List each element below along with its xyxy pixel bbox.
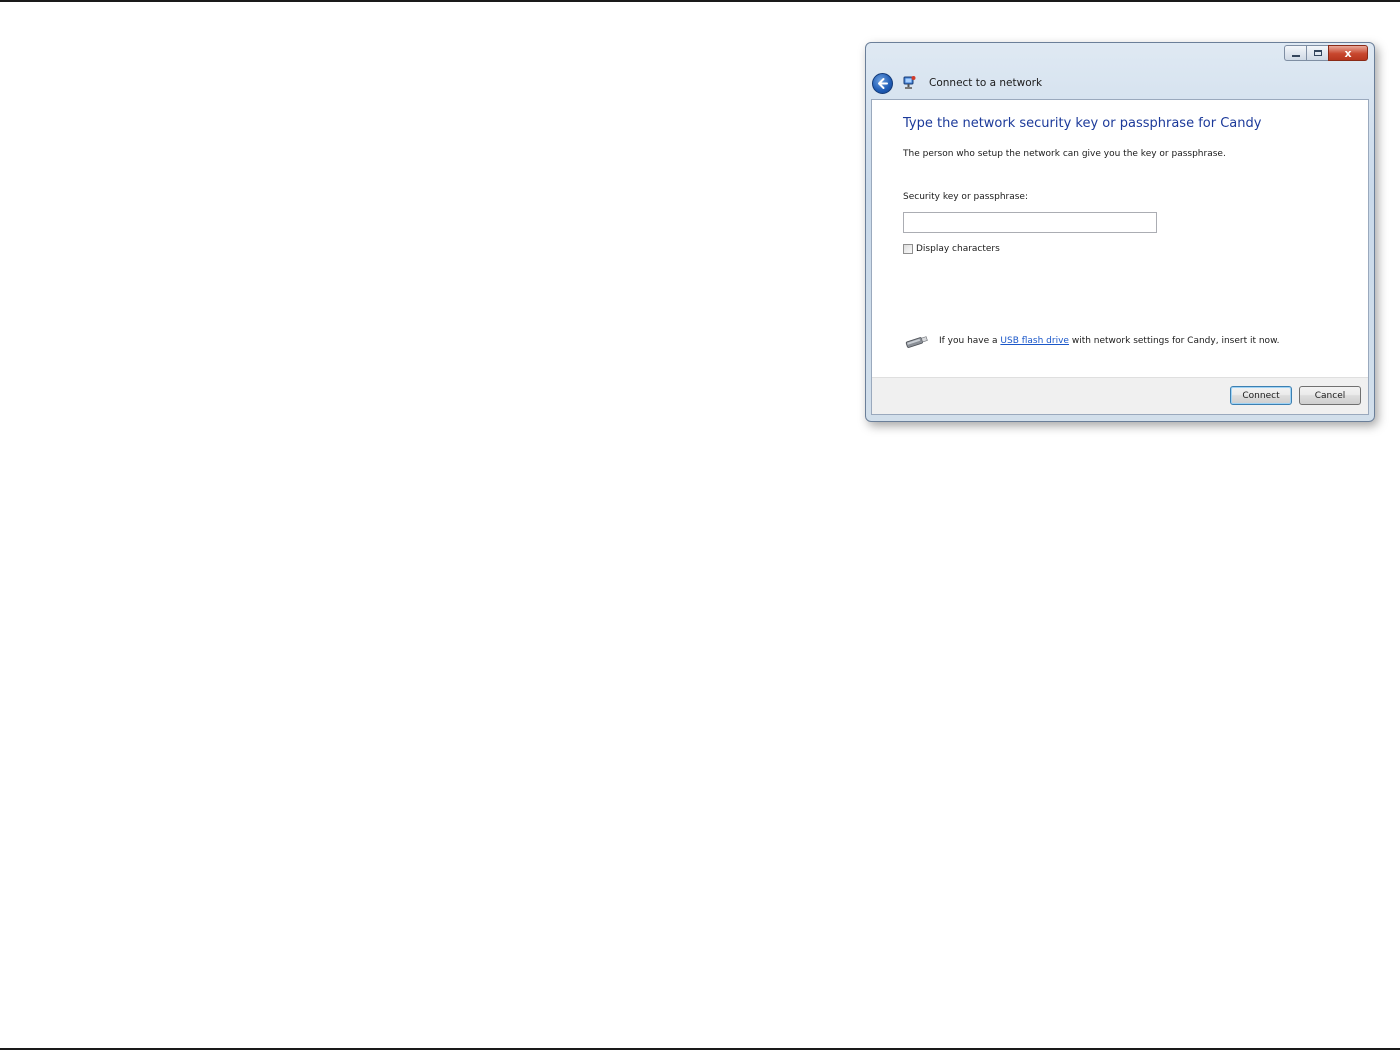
usb-notice-prefix: If you have a [939, 336, 1001, 346]
usb-flash-drive-link[interactable]: USB flash drive [1000, 336, 1069, 346]
maximize-icon [1313, 50, 1322, 56]
close-button[interactable]: x [1328, 45, 1368, 61]
maximize-button[interactable] [1306, 45, 1328, 61]
page-bottom-rule [0, 1048, 1400, 1050]
minimize-button[interactable] [1284, 45, 1306, 61]
nav-row: Connect to a network [872, 71, 1042, 95]
caption-buttons: x [1284, 45, 1368, 61]
network-icon [901, 75, 917, 91]
security-key-input[interactable] [903, 212, 1157, 233]
display-characters-checkbox[interactable] [903, 244, 913, 254]
connect-button[interactable]: Connect [1230, 386, 1292, 405]
usb-notice: If you have a USB flash drive with netwo… [902, 333, 1279, 349]
dialog-description: The person who setup the network can giv… [903, 149, 1226, 159]
window-title: Connect to a network [929, 77, 1043, 89]
cancel-button[interactable]: Cancel [1299, 386, 1361, 405]
minimize-icon [1291, 55, 1300, 57]
dialog-footer: Connect Cancel [872, 377, 1368, 414]
security-key-label: Security key or passphrase: [903, 192, 1028, 202]
close-icon: x [1344, 46, 1352, 60]
connect-to-network-window: x Connect to a network Type the network … [865, 42, 1375, 422]
back-button[interactable] [872, 72, 893, 94]
back-arrow-icon [878, 77, 888, 89]
usb-drive-icon [905, 336, 928, 348]
dialog-heading: Type the network security key or passphr… [903, 116, 1262, 131]
usb-notice-suffix: with network settings for Candy, insert … [1068, 336, 1280, 346]
page-top-rule [0, 0, 1400, 2]
display-characters-label[interactable]: Display characters [916, 244, 1000, 254]
display-characters-row[interactable]: Display characters [903, 244, 1000, 254]
usb-notice-text: If you have a USB flash drive with netwo… [939, 336, 1279, 346]
dialog-content: Type the network security key or passphr… [871, 99, 1369, 415]
